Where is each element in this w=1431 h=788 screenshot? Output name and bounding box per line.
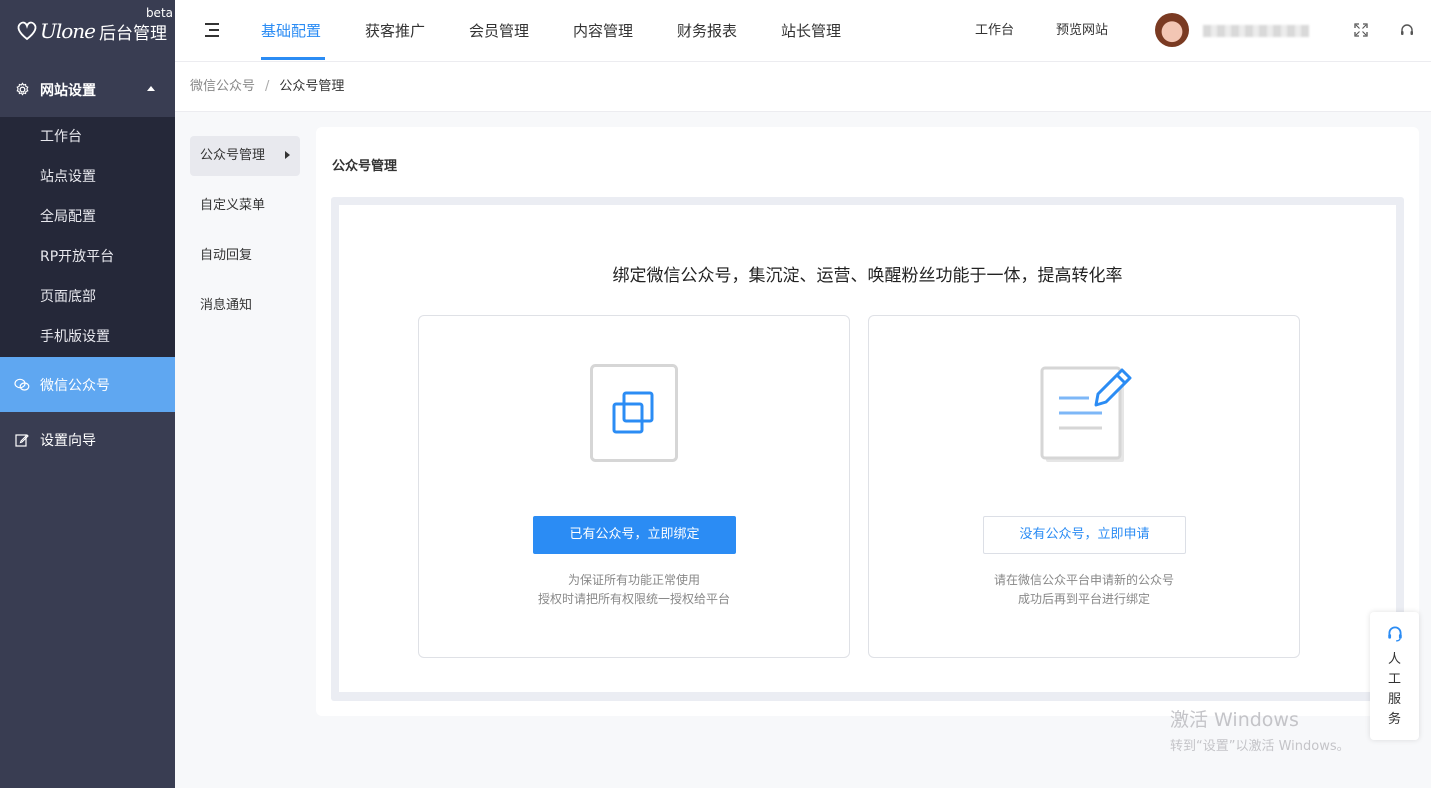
sidebar-item-global-config[interactable]: 全局配置 bbox=[0, 197, 175, 237]
heart-logo-icon bbox=[17, 21, 37, 41]
sidebar-item-wechat-official[interactable]: 微信公众号 bbox=[0, 357, 175, 412]
sidebar: Ulone 后台管理 beta 网站设置 工作台 站点设置 全局配置 RP开放平… bbox=[0, 0, 175, 788]
top-bar: 基础配置 获客推广 会员管理 内容管理 财务报表 站长管理 工作台 预览网站 bbox=[175, 0, 1431, 62]
gear-icon bbox=[14, 82, 30, 98]
fullscreen-icon[interactable] bbox=[1353, 22, 1369, 38]
wechat-icon bbox=[14, 377, 30, 393]
page-title: 公众号管理 bbox=[332, 159, 398, 174]
apply-hint-line2: 成功后再到平台进行绑定 bbox=[1017, 592, 1150, 606]
beta-badge: beta bbox=[145, 6, 173, 20]
sidebar-item-setup-wizard[interactable]: 设置向导 bbox=[0, 412, 175, 467]
nav-group-website-settings[interactable]: 网站设置 bbox=[0, 62, 175, 117]
customer-service-widget[interactable]: 人 工 服 务 bbox=[1370, 612, 1419, 740]
panel: 绑定微信公众号，集沉淀、运营、唤醒粉丝功能于一体，提高转化率 已有公众号，立即绑… bbox=[339, 205, 1396, 692]
bind-hint-line2: 授权时请把所有权限统一授权给平台 bbox=[537, 592, 730, 606]
breadcrumb-separator: / bbox=[265, 79, 270, 94]
headset-icon[interactable] bbox=[1399, 22, 1415, 38]
customer-service-label: 人 工 服 务 bbox=[1387, 652, 1401, 727]
tab-content-management[interactable]: 内容管理 bbox=[573, 0, 633, 62]
breadcrumb: 微信公众号 / 公众号管理 bbox=[175, 62, 1431, 112]
edit-icon bbox=[14, 432, 30, 448]
sub-navigation: 公众号管理 自定义菜单 自动回复 消息通知 bbox=[190, 136, 300, 336]
watermark-title: 激活 Windows bbox=[1170, 709, 1299, 731]
caret-right-icon bbox=[285, 151, 290, 159]
username-redacted[interactable] bbox=[1203, 25, 1309, 37]
logo-title: 后台管理 bbox=[99, 23, 168, 44]
bind-account-button[interactable]: 已有公众号，立即绑定 bbox=[533, 516, 736, 554]
headset-icon bbox=[1388, 626, 1402, 642]
logo-script: Ulone bbox=[40, 19, 96, 43]
nav-group-label: 网站设置 bbox=[40, 82, 96, 99]
nav-group-label: 微信公众号 bbox=[40, 377, 110, 394]
logo[interactable]: Ulone 后台管理 beta bbox=[0, 0, 175, 62]
avatar[interactable] bbox=[1155, 13, 1189, 47]
watermark-subtitle: 转到“设置”以激活 Windows。 bbox=[1170, 739, 1350, 754]
preview-site-link[interactable]: 预览网站 bbox=[1056, 0, 1108, 62]
apply-hint-line1: 请在微信公众平台申请新的公众号 bbox=[993, 573, 1174, 587]
subnav-auto-reply[interactable]: 自动回复 bbox=[190, 236, 300, 276]
sidebar-item-workbench[interactable]: 工作台 bbox=[0, 117, 175, 157]
apply-account-button[interactable]: 没有公众号，立即申请 bbox=[983, 516, 1186, 554]
breadcrumb-parent[interactable]: 微信公众号 bbox=[190, 79, 255, 94]
tab-webmaster-management[interactable]: 站长管理 bbox=[781, 0, 841, 62]
link-copy-icon bbox=[590, 364, 678, 462]
bind-option-card: 已有公众号，立即绑定 为保证所有功能正常使用 授权时请把所有权限统一授权给平台 bbox=[418, 315, 850, 658]
windows-activation-watermark: 激活 Windows 转到“设置”以激活 Windows。 bbox=[1170, 705, 1350, 754]
caret-up-icon bbox=[147, 86, 155, 91]
workbench-link[interactable]: 工作台 bbox=[975, 0, 1014, 62]
tab-finance-reports[interactable]: 财务报表 bbox=[677, 0, 737, 62]
apply-option-card: 没有公众号，立即申请 请在微信公众平台申请新的公众号 成功后再到平台进行绑定 bbox=[868, 315, 1300, 658]
nav-group-label: 设置向导 bbox=[40, 432, 96, 449]
subnav-label: 公众号管理 bbox=[200, 148, 266, 163]
subnav-custom-menu[interactable]: 自定义菜单 bbox=[190, 186, 300, 226]
panel-frame: 绑定微信公众号，集沉淀、运营、唤醒粉丝功能于一体，提高转化率 已有公众号，立即绑… bbox=[331, 197, 1404, 701]
headline: 绑定微信公众号，集沉淀、运营、唤醒粉丝功能于一体，提高转化率 bbox=[612, 266, 1123, 286]
sidebar-item-site-settings[interactable]: 站点设置 bbox=[0, 157, 175, 197]
menu-collapse-icon[interactable] bbox=[205, 23, 221, 37]
sidebar-item-page-footer[interactable]: 页面底部 bbox=[0, 277, 175, 317]
tab-basic-config[interactable]: 基础配置 bbox=[261, 0, 321, 62]
breadcrumb-current: 公众号管理 bbox=[279, 79, 345, 94]
main-card: 公众号管理 绑定微信公众号，集沉淀、运营、唤醒粉丝功能于一体，提高转化率 已有公… bbox=[316, 127, 1419, 716]
sidebar-item-rp-open-platform[interactable]: RP开放平台 bbox=[0, 237, 175, 277]
subnav-account-management[interactable]: 公众号管理 bbox=[190, 136, 300, 176]
subnav-message-notify[interactable]: 消息通知 bbox=[190, 286, 300, 326]
tab-customer-acquisition[interactable]: 获客推广 bbox=[365, 0, 425, 62]
document-edit-icon bbox=[1040, 366, 1132, 462]
sidebar-item-mobile-settings[interactable]: 手机版设置 bbox=[0, 317, 175, 357]
active-tab-indicator bbox=[261, 57, 325, 60]
website-settings-submenu: 工作台 站点设置 全局配置 RP开放平台 页面底部 手机版设置 bbox=[0, 117, 175, 357]
bind-hint-line1: 为保证所有功能正常使用 bbox=[567, 573, 700, 587]
tab-member-management[interactable]: 会员管理 bbox=[469, 0, 529, 62]
